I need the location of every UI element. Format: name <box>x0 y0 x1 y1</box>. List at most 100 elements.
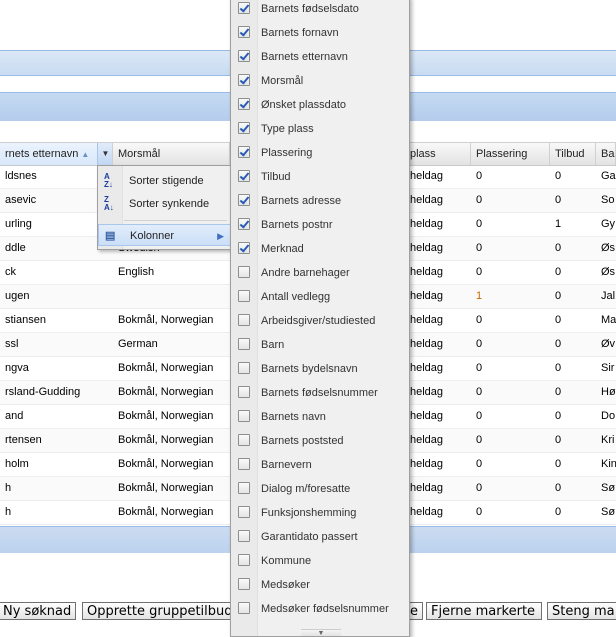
column-toggle-label: Arbeidsgiver/studiested <box>261 315 376 327</box>
cell-plass: heldag <box>410 170 444 182</box>
cell-morsmal: Bokmål, Norwegian <box>118 434 214 446</box>
column-toggle-label: Dialog m/foresatte <box>261 483 351 495</box>
column-header-plass[interactable]: plass <box>405 143 471 165</box>
cell-plass: heldag <box>410 242 444 254</box>
column-header-ba[interactable]: Ba <box>596 143 616 165</box>
cell-ba: Kri <box>601 434 615 446</box>
column-toggle-item[interactable]: Arbeidsgiver/studiested <box>231 309 409 333</box>
checkbox-icon[interactable] <box>238 410 250 422</box>
cell-tilbud: 0 <box>555 170 562 182</box>
column-header-morsmal[interactable]: Morsmål <box>113 143 230 165</box>
checkbox-icon[interactable] <box>238 74 250 86</box>
new-application-button[interactable]: Ny søknad <box>0 602 76 620</box>
create-group-offer-button[interactable]: Opprette gruppetilbud <box>82 602 232 620</box>
column-toggle-item[interactable]: Barnets navn <box>231 405 409 429</box>
column-header-tilbud[interactable]: Tilbud <box>550 143 596 165</box>
column-header-etternavn-label: rnets etternavn <box>5 148 79 160</box>
column-toggle-item[interactable]: Merknad <box>231 237 409 261</box>
remove-marked-button[interactable]: Fjerne markerte <box>426 602 542 620</box>
checkbox-icon[interactable] <box>238 170 250 182</box>
cell-etternavn: ssl <box>5 338 19 350</box>
cell-ba: Kin <box>601 458 616 470</box>
column-toggle-item[interactable]: Barnets fornavn <box>231 21 409 45</box>
scroll-down-icon[interactable]: ▼ <box>301 629 341 636</box>
menu-item-columns[interactable]: ▤ Kolonner ▶ <box>98 224 231 246</box>
cell-ba: Øs <box>601 266 616 278</box>
cell-plass: heldag <box>410 482 444 494</box>
cell-tilbud: 0 <box>555 434 562 446</box>
column-toggle-label: Barnets adresse <box>261 195 342 207</box>
checkbox-icon[interactable] <box>238 266 250 278</box>
column-toggle-item[interactable]: Medsøker fødselsnummer <box>231 597 409 621</box>
column-toggle-item[interactable]: Barnevern <box>231 453 409 477</box>
column-toggle-item[interactable]: Garantidato passert <box>231 525 409 549</box>
cell-ba: Ma <box>601 314 616 326</box>
column-toggle-item[interactable]: Ønsket plassdato <box>231 93 409 117</box>
column-toggle-item[interactable]: Andre barnehager <box>231 261 409 285</box>
checkbox-icon[interactable] <box>238 362 250 374</box>
column-header-plassering[interactable]: Plassering <box>471 143 550 165</box>
cell-tilbud: 0 <box>555 290 562 302</box>
menu-separator <box>124 220 227 221</box>
column-toggle-item[interactable]: Tilbud <box>231 165 409 189</box>
checkbox-icon[interactable] <box>238 482 250 494</box>
checkbox-icon[interactable] <box>238 98 250 110</box>
cell-morsmal: Bokmål, Norwegian <box>118 458 214 470</box>
column-toggle-item[interactable]: Kommune <box>231 549 409 573</box>
column-toggle-item[interactable]: Barn <box>231 333 409 357</box>
checkbox-icon[interactable] <box>238 554 250 566</box>
checkbox-icon[interactable] <box>238 122 250 134</box>
checkbox-icon[interactable] <box>238 578 250 590</box>
checkbox-icon[interactable] <box>238 386 250 398</box>
checkbox-icon[interactable] <box>238 146 250 158</box>
column-toggle-item[interactable]: Antall vedlegg <box>231 285 409 309</box>
menu-item-sort-ascending-label: Sorter stigende <box>129 175 204 187</box>
column-toggle-label: Medsøker <box>261 579 310 591</box>
checkbox-icon[interactable] <box>238 290 250 302</box>
column-toggle-label: Plassering <box>261 147 313 159</box>
checkbox-icon[interactable] <box>238 2 250 14</box>
checkbox-icon[interactable] <box>238 530 250 542</box>
column-toggle-label: Barnets fødselsdato <box>261 3 359 15</box>
column-toggle-item[interactable]: Type plass <box>231 117 409 141</box>
column-toggle-item[interactable]: Barnets fødselsdato <box>231 0 409 21</box>
cell-morsmal: Bokmål, Norwegian <box>118 362 214 374</box>
cell-tilbud: 0 <box>555 458 562 470</box>
column-toggle-item[interactable]: Barnets postnr <box>231 213 409 237</box>
checkbox-icon[interactable] <box>238 26 250 38</box>
column-toggle-item[interactable]: Dialog m/foresatte <box>231 477 409 501</box>
cell-plass: heldag <box>410 434 444 446</box>
column-toggle-item[interactable]: Barnets adresse <box>231 189 409 213</box>
cell-tilbud: 0 <box>555 266 562 278</box>
column-toggle-item[interactable]: Barnets fødselsnummer <box>231 381 409 405</box>
column-toggle-item[interactable]: Morsmål <box>231 69 409 93</box>
close-button[interactable]: Steng ma <box>547 602 616 620</box>
column-menu-trigger-icon[interactable]: ▼ <box>97 143 112 165</box>
cell-plassering: 0 <box>476 266 483 278</box>
column-header-etternavn[interactable]: rnets etternavn ▲ ▼ <box>0 143 113 165</box>
column-toggle-item[interactable]: Medsøker <box>231 573 409 597</box>
column-toggle-item[interactable]: Barnets poststed <box>231 429 409 453</box>
checkbox-icon[interactable] <box>238 314 250 326</box>
column-toggle-item[interactable]: Plassering <box>231 141 409 165</box>
column-toggle-item[interactable]: Barnets bydelsnavn <box>231 357 409 381</box>
checkbox-icon[interactable] <box>238 218 250 230</box>
checkbox-icon[interactable] <box>238 434 250 446</box>
checkbox-icon[interactable] <box>238 194 250 206</box>
checkbox-icon[interactable] <box>238 458 250 470</box>
cell-tilbud: 0 <box>555 362 562 374</box>
menu-item-sort-descending[interactable]: Z A↓ Sorter synkende <box>98 193 231 215</box>
cell-plassering: 0 <box>476 314 483 326</box>
cell-ba: So <box>601 194 615 206</box>
checkbox-icon[interactable] <box>238 338 250 350</box>
column-toggle-item[interactable]: Barnets etternavn <box>231 45 409 69</box>
checkbox-icon[interactable] <box>238 602 250 614</box>
checkbox-icon[interactable] <box>238 242 250 254</box>
column-toggle-item[interactable]: Funksjonshemming <box>231 501 409 525</box>
checkbox-icon[interactable] <box>238 506 250 518</box>
checkbox-icon[interactable] <box>238 50 250 62</box>
sort-az-icon: A Z↓ <box>104 172 113 189</box>
cell-plass: heldag <box>410 410 444 422</box>
menu-item-sort-ascending[interactable]: A Z↓ Sorter stigende <box>98 170 231 192</box>
cell-ba: Sø <box>601 482 616 494</box>
